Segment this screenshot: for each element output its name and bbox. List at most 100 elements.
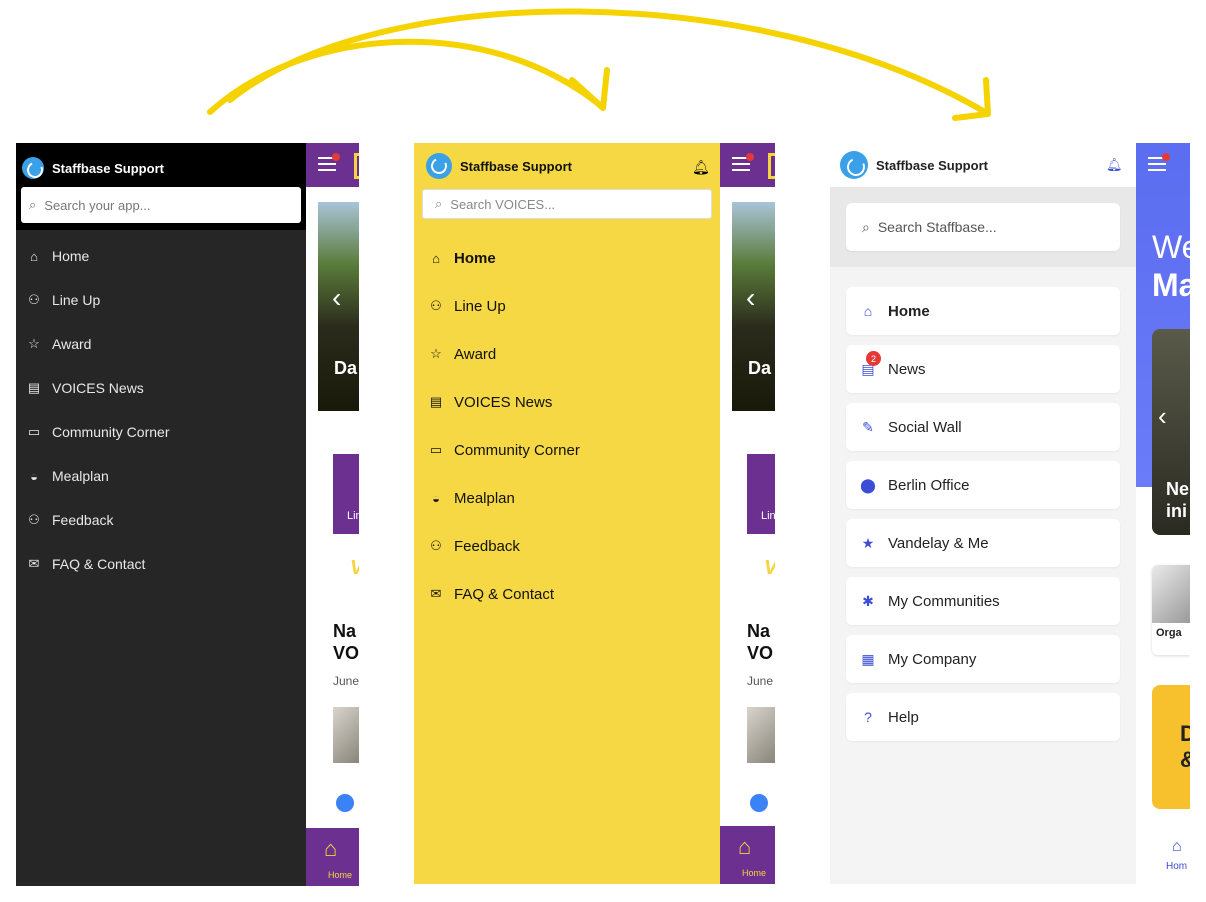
- hero-text: Da: [334, 358, 358, 378]
- menu-item-voices-news[interactable]: ▤ VOICES News: [16, 366, 306, 410]
- menu-item-faq-contact[interactable]: ✉ FAQ & Contact: [16, 542, 306, 586]
- like-icon[interactable]: [336, 794, 354, 812]
- menu-item-label: FAQ & Contact: [454, 585, 555, 603]
- lineup-card-label: Lin: [347, 510, 359, 522]
- orga-image: [1152, 565, 1190, 623]
- menu-item-label: Home: [52, 248, 90, 264]
- menu-item-community-corner[interactable]: ▭ Community Corner: [414, 426, 720, 474]
- orga-label: Orga: [1156, 627, 1182, 639]
- bell-icon[interactable]: 🔔︎: [692, 159, 710, 176]
- bottom-nav: ⌂ Home: [720, 826, 775, 884]
- chevron-left-icon[interactable]: ‹: [332, 284, 341, 312]
- news-title-line1: Na: [747, 621, 771, 641]
- menu-item-label: Award: [52, 336, 92, 352]
- menu-item-community-corner[interactable]: ▭ Community Corner: [16, 410, 306, 454]
- help-icon: ?: [864, 709, 872, 725]
- like-icon[interactable]: [750, 794, 768, 812]
- welcome-line2: Ma: [1152, 267, 1190, 303]
- menu-item-label: Community Corner: [52, 424, 170, 440]
- menu-item-line-up[interactable]: ⚇ Line Up: [414, 282, 720, 330]
- menu-item-award[interactable]: ☆ Award: [16, 322, 306, 366]
- bottom-nav-home-label: Home: [328, 870, 353, 880]
- search-input[interactable]: ⌕ Search Staffbase...: [846, 203, 1120, 251]
- home-icon[interactable]: ⌂: [324, 836, 337, 862]
- burger-icon: ◒: [432, 490, 440, 506]
- menu-item-home[interactable]: ⌂ Home: [846, 287, 1120, 335]
- menu-item-line-up[interactable]: ⚇ Line Up: [16, 278, 306, 322]
- staffbase-logo-icon: [426, 153, 452, 179]
- home-icon: ⌂: [432, 250, 440, 266]
- drawer-header: Staffbase Support 🔔︎: [830, 143, 1136, 187]
- menu-item-faq-contact[interactable]: ✉ FAQ & Contact: [414, 570, 720, 618]
- home-icon[interactable]: ⌂: [1172, 838, 1182, 856]
- menu-item-award[interactable]: ☆ Award: [414, 330, 720, 378]
- welcome-line1: We: [1152, 229, 1190, 265]
- hamburger-icon[interactable]: [1148, 153, 1170, 171]
- menu-item-mealplan[interactable]: ◒ Mealplan: [414, 474, 720, 522]
- search-area: ⌕ Search Staffbase...: [830, 187, 1136, 267]
- search-input[interactable]: ⌕ Search VOICES...: [422, 189, 712, 219]
- hamburger-icon[interactable]: [732, 153, 754, 171]
- brand: Staffbase Support: [414, 143, 720, 179]
- menu-item-feedback[interactable]: ⚇ Feedback: [16, 498, 306, 542]
- bell-icon[interactable]: 🔔︎: [1106, 157, 1123, 173]
- menu-item-mealplan[interactable]: ◒ Mealplan: [16, 454, 306, 498]
- menu-item-social-wall[interactable]: ✎ Social Wall: [846, 403, 1120, 451]
- burger-icon: ◒: [30, 468, 38, 484]
- light-theme-phone: We Ma ‹ Ne ini Orga D & ⌂ Hom: [830, 143, 1190, 884]
- yellow-card-line2: &: [1180, 747, 1190, 773]
- orga-card[interactable]: Orga: [1152, 565, 1190, 655]
- menu-item-vandelay-me[interactable]: ★ Vandelay & Me: [846, 519, 1120, 567]
- chevron-left-icon[interactable]: ‹: [1158, 401, 1167, 432]
- lineup-card[interactable]: Lin: [333, 454, 359, 534]
- menu-item-label: Feedback: [52, 512, 114, 528]
- menu-item-home[interactable]: ⌂ Home: [16, 234, 306, 278]
- lineup-card[interactable]: Lin: [747, 454, 775, 534]
- menu-item-home[interactable]: ⌂ Home: [414, 234, 720, 282]
- menu-item-label: Berlin Office: [888, 476, 970, 494]
- chevron-left-icon[interactable]: ‹: [746, 284, 755, 312]
- building-icon: ▦: [861, 650, 875, 667]
- home-icon[interactable]: ⌂: [738, 834, 751, 860]
- menu-item-news[interactable]: ▤ 2 News: [846, 345, 1120, 393]
- mail-icon: ✉: [430, 586, 442, 601]
- yellow-card[interactable]: D &: [1152, 685, 1190, 809]
- side-drawer: Staffbase Support ⌕ Search your app... ⌂…: [16, 143, 306, 886]
- menu-item-feedback[interactable]: ⚇ Feedback: [414, 522, 720, 570]
- menu-item-label: Home: [454, 249, 496, 267]
- document-icon: ▤: [27, 380, 41, 395]
- news-title-line2: VO: [747, 643, 774, 663]
- bottom-nav-home-label: Hom: [1166, 861, 1188, 872]
- feedback-icon: ⚇: [430, 538, 442, 553]
- menu-item-label: Mealplan: [52, 468, 109, 484]
- star-icon: ★: [861, 534, 875, 551]
- menu-item-berlin-office[interactable]: ⬤ Berlin Office: [846, 461, 1120, 509]
- notification-dot: [1162, 153, 1170, 161]
- staffbase-logo-icon: [840, 151, 868, 179]
- arrow-to-light: [227, 8, 988, 115]
- drawer-header: Staffbase Support ⌕ Search your app...: [16, 143, 306, 230]
- yellow-text: V: [764, 557, 775, 580]
- logo-frame: [768, 153, 775, 179]
- search-input[interactable]: ⌕ Search your app...: [21, 187, 301, 223]
- search-placeholder: Search Staffbase...: [877, 219, 997, 235]
- menu-item-voices-news[interactable]: ▤ VOICES News: [414, 378, 720, 426]
- network-icon: ✱: [862, 592, 874, 609]
- side-drawer: Staffbase Support 🔔︎ ⌕ Search VOICES... …: [414, 143, 720, 884]
- star-icon: ☆: [430, 346, 442, 361]
- menu-item-label: VOICES News: [454, 393, 553, 411]
- menu-item-help[interactable]: ? Help: [846, 693, 1120, 741]
- news-badge: 2: [866, 351, 881, 366]
- brand-name: Staffbase Support: [460, 158, 572, 174]
- bottom-nav: ⌂ Home: [306, 828, 359, 886]
- hamburger-icon[interactable]: [318, 153, 340, 171]
- menu-item-my-company[interactable]: ▦ My Company: [846, 635, 1120, 683]
- app-topbar: [306, 143, 359, 187]
- menu-item-label: Award: [454, 345, 497, 363]
- notification-dot: [332, 153, 340, 161]
- yellow-theme-phone: ‹ Da Lin V Na VO June ⌂ Home Staffbase S…: [414, 143, 775, 884]
- people-icon: ⚇: [28, 292, 40, 307]
- menu-item-label: Social Wall: [888, 418, 962, 436]
- menu-item-my-communities[interactable]: ✱ My Communities: [846, 577, 1120, 625]
- chat-bubble-icon: ▭: [429, 442, 443, 457]
